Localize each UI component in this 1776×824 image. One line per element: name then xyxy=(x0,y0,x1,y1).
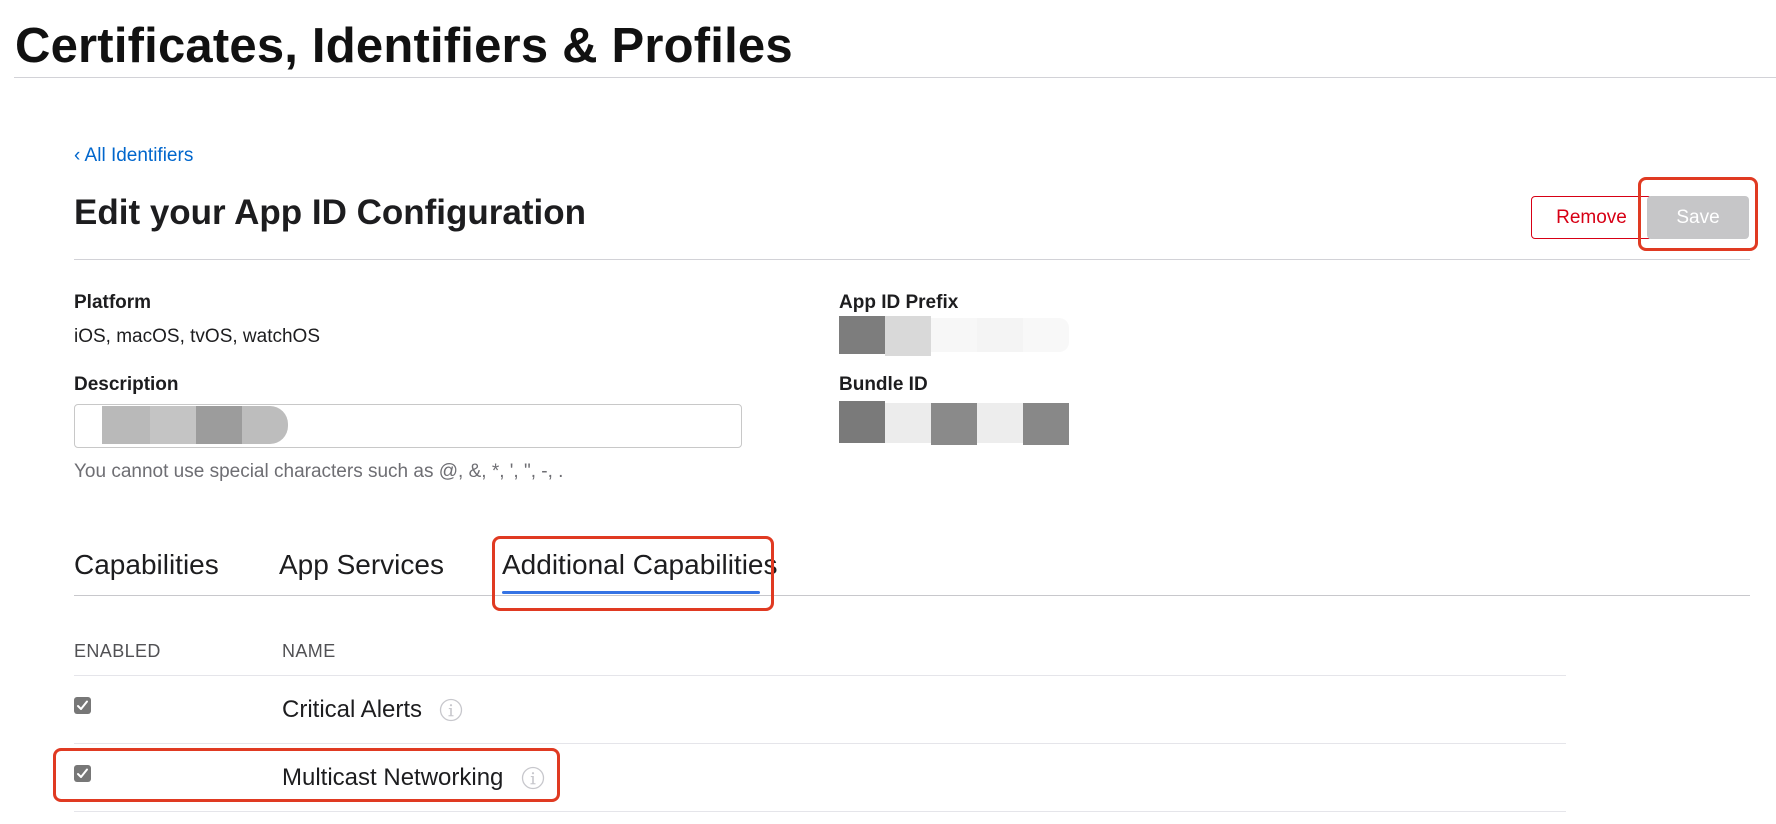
remove-button[interactable]: Remove xyxy=(1531,196,1652,239)
platform-value: iOS, macOS, tvOS, watchOS xyxy=(74,326,321,347)
column-header-enabled: ENABLED xyxy=(74,641,161,661)
annotation-highlight-additional-capabilities xyxy=(492,536,774,611)
annotation-highlight-multicast-networking xyxy=(53,748,560,802)
annotation-highlight-save xyxy=(1638,177,1758,251)
header-divider xyxy=(14,77,1776,78)
tab-capabilities[interactable]: Capabilities xyxy=(74,549,219,581)
redacted-description-value xyxy=(102,406,288,444)
critical-alerts-checkbox[interactable] xyxy=(74,697,91,714)
platform-label: Platform xyxy=(74,292,152,313)
tabs-divider xyxy=(74,595,1750,596)
description-input[interactable] xyxy=(74,404,742,448)
page-title: Certificates, Identifiers & Profiles xyxy=(15,19,793,73)
back-to-all-identifiers-link[interactable]: ‹ All Identifiers xyxy=(74,145,193,167)
redacted-app-id-prefix xyxy=(839,316,1069,356)
column-header-name: NAME xyxy=(282,641,336,661)
description-hint: You cannot use special characters such a… xyxy=(74,461,564,482)
edit-config-heading: Edit your App ID Configuration xyxy=(74,193,586,232)
capability-name-critical-alerts: Critical Alerts xyxy=(282,696,423,723)
table-header-divider xyxy=(74,675,1566,676)
table-row-divider xyxy=(74,743,1566,744)
app-id-prefix-label: App ID Prefix xyxy=(839,292,959,313)
redacted-bundle-id xyxy=(839,401,1069,446)
section-divider xyxy=(74,259,1750,260)
tab-app-services[interactable]: App Services xyxy=(279,549,444,581)
checkmark-icon xyxy=(77,700,88,710)
table-row-divider xyxy=(74,811,1566,812)
description-label: Description xyxy=(74,374,179,395)
bundle-id-label: Bundle ID xyxy=(839,374,928,395)
info-icon[interactable] xyxy=(439,698,463,722)
